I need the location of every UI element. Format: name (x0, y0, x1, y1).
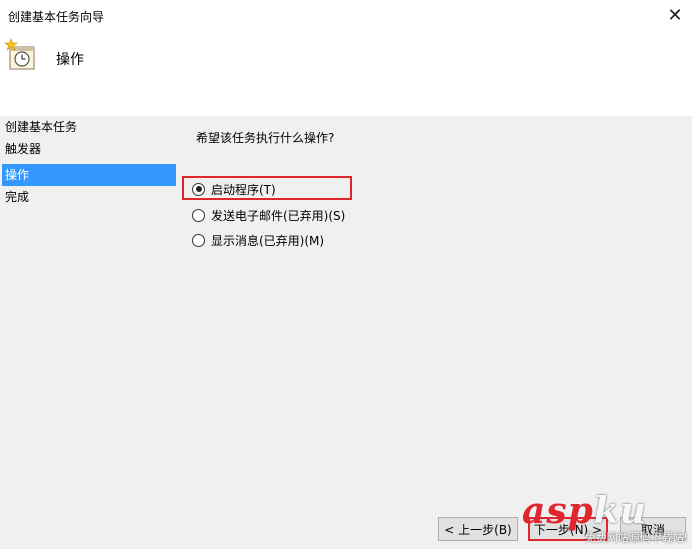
action-question: 希望该任务执行什么操作? (196, 131, 335, 145)
next-button[interactable]: 下一步(N) > (528, 517, 608, 541)
task-scheduler-clock-icon (4, 38, 35, 70)
radio-send-email[interactable]: 发送电子邮件(已弃用)(S) (192, 205, 345, 225)
radio-unselected-icon (192, 233, 205, 247)
close-icon: ✕ (667, 4, 683, 26)
wizard-header: 操作 (0, 30, 692, 116)
sidebar-item-create-basic-task[interactable]: 创建基本任务 (2, 116, 176, 138)
sidebar-item-trigger[interactable]: 触发器 (2, 138, 176, 160)
radio-label: 发送电子邮件(已弃用)(S) (211, 208, 346, 223)
radio-unselected-icon (192, 208, 205, 222)
title-bar: 创建基本任务向导 ✕ (0, 0, 692, 30)
cancel-button[interactable]: 取消 (620, 517, 686, 541)
radio-start-program[interactable]: 启动程序(T) (192, 179, 276, 199)
radio-label: 启动程序(T) (211, 182, 276, 197)
back-button[interactable]: < 上一步(B) (438, 517, 518, 541)
window-title: 创建基本任务向导 (8, 10, 105, 24)
sidebar-item-finish[interactable]: 完成 (2, 186, 176, 208)
page-title: 操作 (56, 52, 84, 68)
sidebar-item-action[interactable]: 操作 (2, 164, 176, 186)
radio-label: 显示消息(已弃用)(M) (211, 233, 325, 248)
close-button[interactable]: ✕ (658, 0, 692, 30)
radio-show-message[interactable]: 显示消息(已弃用)(M) (192, 230, 324, 250)
radio-selected-icon (192, 182, 205, 196)
